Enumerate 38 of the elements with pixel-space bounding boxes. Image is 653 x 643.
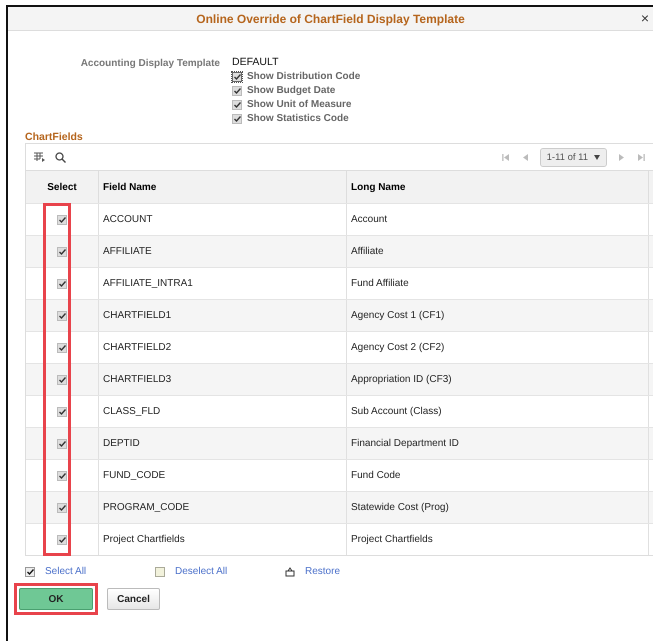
- checkbox[interactable]: [232, 86, 242, 96]
- grid-view-icon[interactable]: [34, 152, 45, 162]
- checkbox[interactable]: [57, 502, 67, 512]
- checkbox-label: Show Statistics Code: [247, 113, 349, 124]
- search-icon[interactable]: [55, 152, 66, 162]
- restore-icon: [285, 566, 295, 576]
- checkbox[interactable]: [57, 438, 67, 448]
- checkbox[interactable]: [57, 470, 67, 480]
- cancel-button[interactable]: Cancel: [107, 588, 160, 610]
- field-value: DEFAULT: [232, 57, 280, 68]
- checkbox[interactable]: [57, 310, 67, 320]
- checkbox[interactable]: [57, 406, 67, 416]
- checkbox[interactable]: [232, 100, 242, 110]
- checkbox[interactable]: [57, 214, 67, 224]
- caret-icon: [594, 154, 600, 160]
- table-cell: Project Chartfields: [347, 524, 649, 555]
- field-label: Accounting Display Template: [80, 57, 220, 71]
- close-button[interactable]: ×: [638, 10, 651, 26]
- checkbox-icon: [155, 566, 165, 576]
- checkbox[interactable]: [232, 72, 242, 82]
- checkbox[interactable]: [57, 534, 67, 544]
- checkbox[interactable]: [57, 278, 67, 288]
- link[interactable]: Deselect All: [175, 566, 228, 577]
- table-cell: Project Chartfields: [99, 524, 347, 555]
- checkbox-icon: [25, 566, 35, 576]
- section-title: ChartFields: [25, 131, 84, 143]
- pager-dropdown[interactable]: 1-11 of 11: [540, 148, 607, 166]
- checkbox-label: Show Unit of Measure: [247, 99, 352, 110]
- checkbox[interactable]: [232, 114, 242, 124]
- checkbox[interactable]: [57, 374, 67, 384]
- ok-button[interactable]: OK: [19, 588, 93, 610]
- checkbox[interactable]: [57, 342, 67, 352]
- checkbox-label: Show Budget Date: [247, 85, 336, 96]
- checkbox-label: Show Distribution Code: [247, 71, 360, 82]
- link[interactable]: Restore: [305, 566, 340, 577]
- link[interactable]: Select All: [45, 566, 86, 577]
- checkbox[interactable]: [57, 246, 67, 256]
- window-title: Online Override of ChartField Display Template: [196, 12, 465, 26]
